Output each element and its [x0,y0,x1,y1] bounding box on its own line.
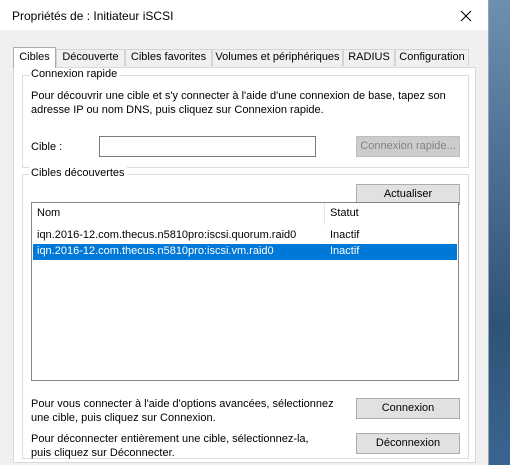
discovered-targets-group: Cibles découvertes Actualiser Nom Statut… [22,167,469,459]
target-label: Cible : [31,141,63,153]
tab-radius[interactable]: RADIUS [343,49,395,66]
quick-connect-description-line2: adresse IP ou nom DNS, puis cliquez sur … [31,104,324,116]
tab-configuration[interactable]: Configuration [395,49,469,66]
close-button[interactable] [456,6,476,26]
desktop-background [489,0,510,465]
tab-panel-cibles: Connexion rapide Pour découvrir une cibl… [13,67,476,463]
window-title: Propriétés de : Initiateur iSCSI [12,9,174,23]
quick-connect-group: Connexion rapide Pour découvrir une cibl… [22,68,469,168]
tab-volumes-peripheriques[interactable]: Volumes et périphériques [212,49,343,66]
properties-dialog: Propriétés de : Initiateur iSCSI Cibles … [0,0,489,465]
close-icon [460,10,472,22]
connect-help-line2: une cible, puis cliquez sur Connexion. [31,412,216,424]
tab-cibles-favorites[interactable]: Cibles favorites [125,49,212,66]
target-name: iqn.2016-12.com.thecus.n5810pro:iscsi.qu… [37,229,297,241]
disconnect-button[interactable]: Déconnexion [356,433,460,454]
column-header-name[interactable]: Nom [37,207,60,219]
targets-list-header: Nom Statut [32,203,458,225]
connect-help-line1: Pour vous connecter à l'aide d'options a… [31,398,334,410]
quick-connect-description-line1: Pour découvrir une cible et s'y connecte… [31,90,446,102]
targets-list[interactable]: Nom Statut iqn.2016-12.com.thecus.n5810p… [31,202,459,381]
disconnect-help-line2: puis cliquez sur Déconnecter. [31,447,175,459]
target-name: iqn.2016-12.com.thecus.n5810pro:iscsi.vm… [37,245,274,257]
discovered-targets-group-label: Cibles découvertes [29,167,127,179]
title-bar: Propriétés de : Initiateur iSCSI [0,0,488,30]
table-row[interactable]: iqn.2016-12.com.thecus.n5810pro:iscsi.qu… [33,228,457,244]
quick-connect-button[interactable]: Connexion rapide... [356,136,460,157]
column-header-status[interactable]: Statut [330,207,359,219]
target-input[interactable] [99,136,316,157]
table-row-selected[interactable]: iqn.2016-12.com.thecus.n5810pro:iscsi.vm… [33,244,457,260]
target-status: Inactif [330,245,360,257]
target-status: Inactif [330,229,360,241]
column-separator [324,203,325,225]
disconnect-help-line1: Pour déconnecter entièrement une cible, … [31,433,309,445]
quick-connect-group-label: Connexion rapide [29,68,120,80]
tab-decouverte[interactable]: Découverte [56,49,125,66]
tab-cibles[interactable]: Cibles [13,47,56,68]
connect-button[interactable]: Connexion [356,398,460,419]
